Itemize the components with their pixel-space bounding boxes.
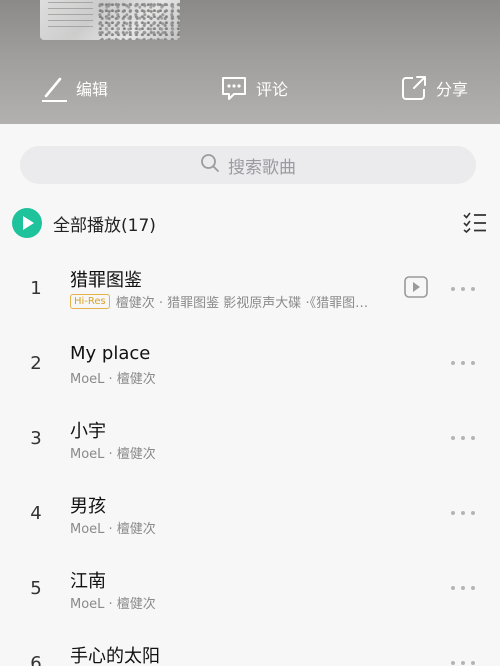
song-subtitle: MoeL · 檀健次 — [70, 593, 156, 612]
song-title: 男孩 — [70, 496, 106, 517]
more-options-icon[interactable] — [451, 585, 475, 591]
comment-label: 评论 — [256, 80, 289, 99]
header-actions: 编辑 评论 分享 — [0, 70, 500, 106]
song-number: 2 — [30, 353, 42, 374]
share-button[interactable]: 分享 — [400, 70, 468, 106]
play-all-button[interactable]: 全部播放(17) — [53, 211, 156, 236]
more-options-icon[interactable] — [451, 510, 475, 516]
song-number: 3 — [30, 428, 42, 449]
comment-icon — [220, 74, 248, 102]
song-number: 4 — [30, 503, 42, 524]
song-row[interactable]: 4 男孩 MoeL · 檀健次 — [0, 483, 500, 553]
song-title: My place — [70, 343, 151, 364]
edit-button[interactable]: 编辑 — [40, 70, 108, 106]
song-subtitle: MoeL · 檀健次 — [70, 518, 156, 537]
song-row[interactable]: 6 手心的太阳 — [0, 633, 500, 666]
song-artist: MoeL · 檀健次 — [70, 447, 156, 462]
song-row[interactable]: 1 猎罪图鉴 Hi-Res 檀健次 · 猎罪图鉴 影视原声大碟 ·《猎罪图… — [0, 256, 500, 326]
edit-label: 编辑 — [76, 80, 109, 99]
pencil-icon — [40, 74, 68, 102]
song-title: 小宇 — [70, 421, 106, 442]
share-icon — [400, 74, 428, 102]
comment-button[interactable]: 评论 — [220, 70, 288, 106]
more-options-icon[interactable] — [451, 660, 475, 666]
search-icon — [200, 153, 220, 178]
song-title: 猎罪图鉴 — [70, 270, 142, 291]
song-number: 6 — [30, 653, 42, 666]
hires-badge: Hi-Res — [70, 294, 110, 309]
play-all-row: 全部播放(17) — [12, 206, 488, 240]
song-title: 江南 — [70, 571, 106, 592]
song-number: 1 — [30, 278, 42, 299]
more-options-icon[interactable] — [451, 435, 475, 441]
cover-text-lines — [48, 2, 93, 32]
song-row[interactable]: 3 小宇 MoeL · 檀健次 — [0, 408, 500, 478]
share-label: 分享 — [436, 80, 469, 99]
more-options-icon[interactable] — [451, 286, 475, 292]
album-cover[interactable] — [40, 0, 180, 40]
playlist-header: 编辑 评论 分享 — [0, 0, 500, 124]
song-search-input[interactable]: 搜索歌曲 — [20, 146, 476, 184]
song-artist: MoeL · 檀健次 — [70, 597, 156, 612]
multi-select-icon[interactable] — [462, 211, 488, 237]
song-subtitle: MoeL · 檀健次 — [70, 368, 156, 387]
more-options-icon[interactable] — [451, 360, 475, 366]
song-artist: MoeL · 檀健次 — [70, 522, 156, 537]
song-title: 手心的太阳 — [70, 646, 160, 666]
song-number: 5 — [30, 578, 42, 599]
song-row[interactable]: 5 江南 MoeL · 檀健次 — [0, 558, 500, 628]
song-artist: MoeL · 檀健次 — [70, 372, 156, 387]
song-subtitle: MoeL · 檀健次 — [70, 443, 156, 462]
video-play-icon[interactable] — [404, 276, 428, 302]
song-row[interactable]: 2 My place MoeL · 檀健次 — [0, 333, 500, 403]
cover-artwork — [98, 0, 180, 40]
play-all-icon[interactable] — [12, 208, 42, 238]
song-artist-album: 檀健次 · 猎罪图鉴 影视原声大碟 ·《猎罪图… — [115, 296, 369, 311]
song-subtitle: Hi-Res 檀健次 · 猎罪图鉴 影视原声大碟 ·《猎罪图… — [70, 292, 368, 311]
search-placeholder: 搜索歌曲 — [228, 157, 296, 178]
